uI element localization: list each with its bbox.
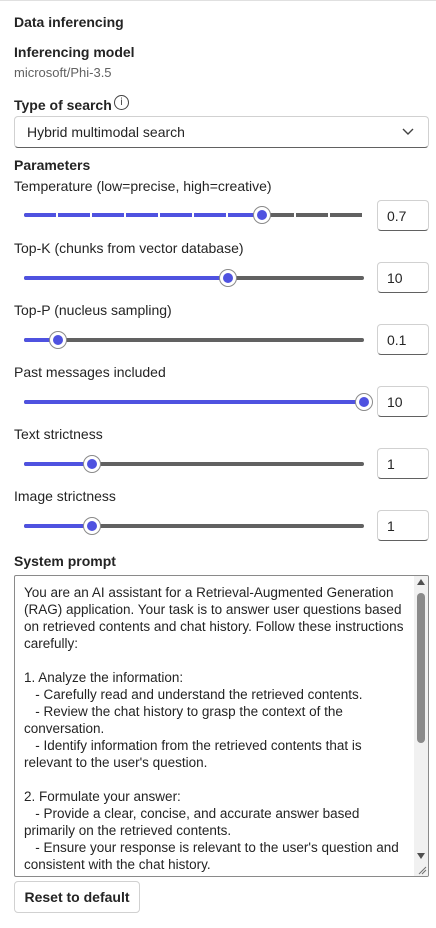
image-strictness-slider[interactable]	[24, 516, 364, 536]
slider-thumb[interactable]	[83, 517, 101, 535]
text-strictness-slider[interactable]	[24, 454, 364, 474]
top-p-label: Top-P (nucleus sampling)	[14, 302, 172, 318]
info-icon[interactable]: i	[114, 95, 129, 110]
temperature-label: Temperature (low=precise, high=creative)	[14, 178, 272, 194]
top-p-input[interactable]: 0.1	[377, 324, 429, 355]
slider-thumb[interactable]	[83, 455, 101, 473]
top-divider	[0, 0, 436, 1]
slider-fill	[24, 462, 92, 466]
temperature-slider[interactable]	[24, 205, 364, 225]
search-type-selected: Hybrid multimodal search	[27, 124, 185, 140]
scroll-up-arrow-icon[interactable]	[417, 579, 425, 585]
slider-fill	[24, 524, 92, 528]
past-messages-label: Past messages included	[14, 364, 166, 380]
scroll-thumb[interactable]	[417, 593, 425, 743]
resize-grip-icon[interactable]	[417, 865, 427, 875]
parameters-heading: Parameters	[14, 157, 91, 173]
scroll-down-arrow-icon[interactable]	[417, 853, 425, 859]
system-prompt-text: You are an AI assistant for a Retrieval-…	[24, 585, 404, 876]
top-p-slider[interactable]	[24, 330, 364, 350]
past-messages-slider[interactable]	[24, 392, 373, 412]
chevron-down-icon	[402, 128, 414, 135]
system-prompt-label: System prompt	[14, 553, 116, 569]
slider-thumb[interactable]	[219, 269, 237, 287]
past-messages-input[interactable]: 10	[377, 386, 429, 417]
temperature-input[interactable]: 0.7	[377, 200, 429, 231]
top-k-input[interactable]: 10	[377, 262, 429, 293]
text-strictness-label: Text strictness	[14, 426, 103, 442]
inferencing-model-label: Inferencing model	[14, 44, 135, 60]
slider-fill	[24, 400, 364, 404]
top-k-label: Top-K (chunks from vector database)	[14, 240, 244, 256]
inferencing-model-value: microsoft/Phi-3.5	[14, 65, 112, 80]
slider-thumb[interactable]	[355, 393, 373, 411]
slider-thumb[interactable]	[253, 206, 271, 224]
top-k-slider[interactable]	[24, 268, 364, 288]
image-strictness-input[interactable]: 1	[377, 510, 429, 541]
search-type-dropdown[interactable]: Hybrid multimodal search	[14, 116, 429, 148]
panel-title: Data inferencing	[14, 14, 124, 30]
slider-fill	[24, 276, 228, 280]
reset-to-default-button[interactable]: Reset to default	[14, 881, 140, 913]
slider-thumb[interactable]	[49, 331, 67, 349]
system-prompt-scrollbar[interactable]	[414, 576, 428, 876]
text-strictness-input[interactable]: 1	[377, 448, 429, 479]
system-prompt-textarea[interactable]: You are an AI assistant for a Retrieval-…	[14, 575, 429, 877]
slider-track	[24, 338, 364, 342]
search-type-label: Type of search	[14, 97, 112, 113]
image-strictness-label: Image strictness	[14, 488, 116, 504]
slider-ticks	[24, 213, 364, 217]
